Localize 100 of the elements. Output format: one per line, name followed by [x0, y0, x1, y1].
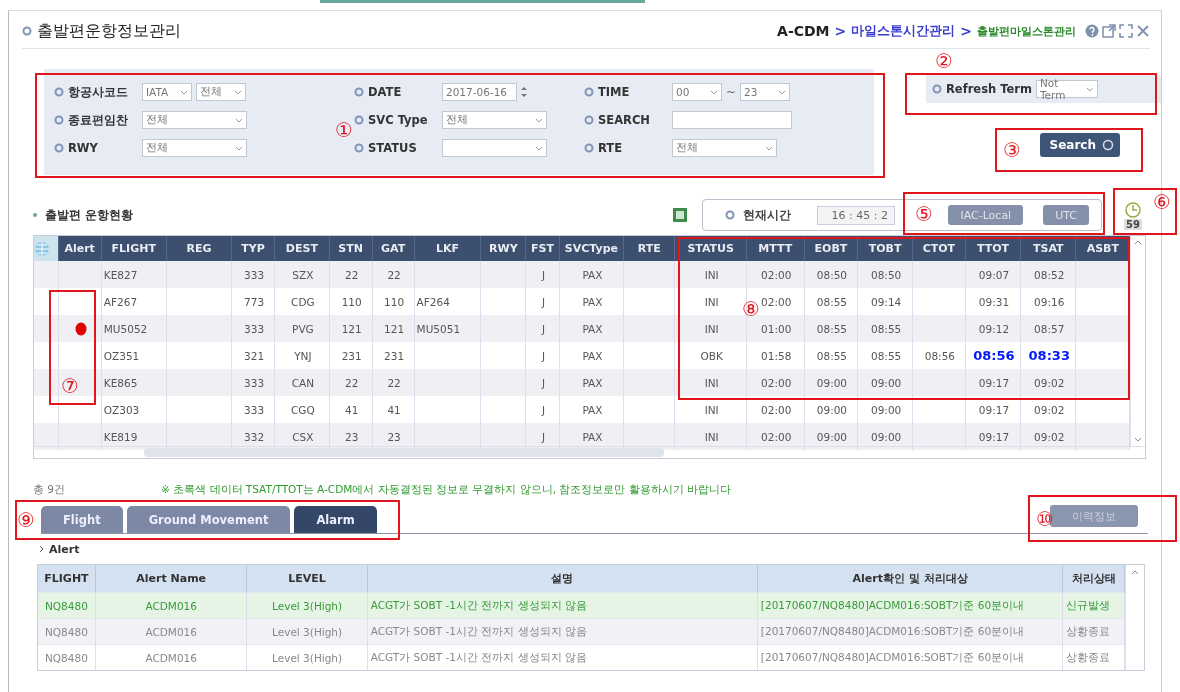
dropdown[interactable]: Not Term: [1035, 80, 1098, 98]
scroll-up-icon[interactable]: [1131, 569, 1140, 575]
column-header[interactable]: LEVEL: [246, 565, 368, 593]
column-header[interactable]: 처리상태: [1062, 565, 1125, 593]
table-cell: ACGT가 SOBT -1시간 전까지 생성되지 않음: [370, 598, 587, 611]
table-cell: YNJ: [294, 349, 312, 362]
dropdown[interactable]: 00: [672, 83, 722, 101]
dropdown[interactable]: 23: [740, 83, 791, 101]
table-cell: 09:14: [871, 295, 902, 308]
dropdown[interactable]: 전체: [196, 83, 246, 101]
table-cell: INI: [704, 403, 719, 416]
column-header[interactable]: STN: [329, 236, 373, 261]
dropdown[interactable]: 전체: [442, 111, 547, 129]
column-header[interactable]: Alert Name: [95, 565, 247, 593]
column-header[interactable]: RTE: [623, 236, 675, 261]
table-cell: 09:00: [871, 403, 902, 416]
column-header[interactable]: FLIGHT: [38, 565, 96, 593]
table-cell: CGQ: [291, 403, 315, 416]
dropdown[interactable]: 전체: [672, 139, 777, 157]
dropdown[interactable]: 전체: [142, 111, 247, 129]
table-cell: 09:00: [871, 376, 902, 389]
table-cell: Level 3(High): [272, 651, 343, 664]
filter-label: 종료편임찬: [68, 112, 129, 128]
table-cell: ACDM016: [145, 599, 197, 612]
breadcrumb-link[interactable]: A-CDM: [777, 23, 830, 39]
scroll-up-icon[interactable]: [1134, 239, 1143, 245]
bullet-icon: [22, 26, 32, 36]
table-cell: 41: [345, 403, 359, 416]
table-cell: PVG: [292, 322, 314, 335]
bullet-icon: [584, 143, 594, 153]
table-cell: PAX: [582, 268, 603, 281]
table-cell: OZ303: [103, 403, 140, 416]
table-cell: CSX: [292, 430, 314, 443]
table-cell: 08:55: [871, 322, 902, 335]
spreadsheet-icon[interactable]: [672, 207, 688, 223]
callout-box: [1113, 188, 1177, 235]
table-cell: INI: [704, 322, 719, 335]
column-header[interactable]: 설명: [367, 565, 758, 593]
scrollbar-thumb[interactable]: [144, 448, 664, 457]
column-header[interactable]: GAT: [372, 236, 415, 261]
scroll-down-icon[interactable]: [1134, 437, 1143, 443]
callout-number: ②: [935, 51, 953, 71]
caret-icon: [1086, 86, 1094, 92]
bullet-icon: [54, 115, 64, 125]
column-header[interactable]: LKF: [414, 236, 481, 261]
table-cell: 08:55: [871, 349, 902, 362]
table-cell: INI: [704, 295, 719, 308]
table-cell: 08:55: [816, 322, 848, 335]
column-header[interactable]: FLIGHT: [101, 236, 167, 261]
column-header[interactable]: Alert: [58, 236, 102, 261]
breadcrumb-link[interactable]: 출발편마일스톤관리: [977, 23, 1076, 39]
close-icon[interactable]: [1136, 24, 1150, 38]
search-field[interactable]: [672, 111, 792, 129]
column-header[interactable]: RWY: [480, 236, 526, 261]
fullscreen-icon[interactable]: [1119, 24, 1133, 38]
filter-label: RWY: [68, 141, 99, 155]
table-cell: [20170607/NQ8480]ACDM016:SOBT기준 60분이내: [760, 624, 1025, 637]
table-cell: PAX: [582, 295, 603, 308]
table-cell: 09:00: [816, 403, 848, 416]
help-icon[interactable]: [1085, 24, 1099, 38]
table-cell: 23: [345, 430, 359, 443]
callout-number: ①: [335, 120, 353, 140]
column-header[interactable]: REG: [166, 236, 232, 261]
table-cell: J: [542, 430, 546, 443]
table-cell: ACGT가 SOBT -1시간 전까지 생성되지 않음: [370, 650, 587, 663]
table-cell: 02:00: [761, 403, 792, 416]
breadcrumb-link[interactable]: 마일스톤시간관리: [851, 22, 956, 40]
column-header[interactable]: TYP: [231, 236, 275, 261]
callout-number: ⑦: [61, 376, 79, 396]
dropdown[interactable]: [442, 139, 547, 157]
table-cell: 상황종료: [1066, 624, 1111, 637]
dropdown[interactable]: 전체: [142, 139, 247, 157]
callout-number: ⑥: [1153, 192, 1171, 212]
table-cell: J: [542, 349, 546, 362]
table-cell: SZX: [292, 268, 314, 281]
table-cell: 321: [244, 349, 265, 362]
column-header[interactable]: Alert확인 및 처리대상: [757, 565, 1063, 593]
column-header[interactable]: SVCType: [559, 236, 624, 261]
date-field[interactable]: 2017-06-16: [442, 83, 517, 101]
tab[interactable]: Alarm: [294, 506, 377, 533]
callout-number: ⑨: [17, 510, 35, 530]
table-cell: PAX: [582, 430, 603, 443]
popout-icon[interactable]: [1102, 24, 1116, 38]
search-button[interactable]: Search: [1039, 133, 1120, 157]
dropdown[interactable]: IATA: [142, 83, 192, 101]
column-header[interactable]: DEST: [274, 236, 330, 261]
filter-label: SEARCH: [598, 113, 651, 127]
table-cell: 09:00: [816, 430, 848, 443]
table-cell: 09:17: [978, 403, 1010, 416]
table-cell: 01:58: [761, 349, 792, 362]
bullet-icon: [932, 84, 942, 94]
bullet-icon: [54, 87, 64, 97]
subsection-title: Alert: [49, 542, 80, 556]
clock-icon[interactable]: [1124, 200, 1142, 219]
caret-icon: [180, 89, 188, 95]
table-cell: 121: [341, 322, 362, 335]
range-separator: ~: [726, 85, 737, 99]
column-header[interactable]: FST: [525, 236, 560, 261]
spinner-icon[interactable]: [521, 86, 527, 98]
table-cell: 상황종료: [1066, 650, 1111, 663]
